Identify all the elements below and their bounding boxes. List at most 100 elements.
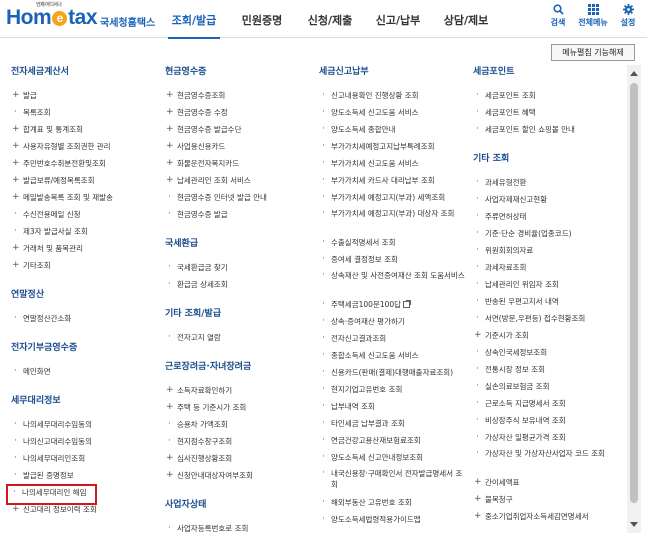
scroll-up-arrow-icon[interactable] bbox=[630, 71, 638, 76]
menu-item[interactable]: 서면(방문,우편등) 접수현황조회 bbox=[473, 312, 625, 329]
menu-item[interactable]: 주민번호수취분전환및조회 bbox=[11, 157, 156, 174]
menu-item[interactable]: 중소기업취업자소득세감면명세서 bbox=[473, 510, 625, 527]
hometax-logo[interactable]: 언제 어디서나 Hom e tax 국세청홈택스 bbox=[6, 2, 155, 30]
menu-item[interactable]: 현지기업고유번호 조회 bbox=[319, 383, 469, 400]
menu-item-highlighted[interactable]: 나의세무대리인 해임 bbox=[6, 484, 97, 505]
menu-item[interactable]: 상속·증여재산 평가하기 bbox=[319, 315, 469, 332]
menu-section-title[interactable]: 근로장려금·자녀장려금 bbox=[165, 360, 315, 374]
menu-item[interactable]: 현금영수증 발급수단 bbox=[165, 123, 315, 140]
menu-item[interactable]: 기준·단순 경비율(업종코드) bbox=[473, 227, 625, 244]
menu-item[interactable]: 나의신고대리수임동의 bbox=[11, 435, 156, 452]
menu-item[interactable]: 사업자등록번호로 조회 bbox=[165, 522, 315, 533]
menu-item[interactable]: 환급금 상세조회 bbox=[165, 278, 315, 295]
menu-item[interactable]: 전자신고결과조회 bbox=[319, 332, 469, 349]
menu-item[interactable]: 제3자 발급사실 조회 bbox=[11, 225, 156, 242]
menu-item[interactable]: 신고대리 정보이력 조회 bbox=[11, 503, 156, 520]
menu-item[interactable]: 간이세액표 bbox=[473, 476, 625, 493]
menu-section-title[interactable]: 현금영수증 bbox=[165, 65, 315, 79]
menu-item[interactable]: 부가가치세예정고지납부특례조회 bbox=[319, 140, 469, 157]
menu-item[interactable]: 주택세금100문100답 bbox=[319, 298, 469, 315]
menu-item[interactable]: 납세관리인 조회 서비스 bbox=[165, 174, 315, 191]
menu-item[interactable]: 메일발송목록 조회 및 재발송 bbox=[11, 191, 156, 208]
menu-item[interactable]: 현금영수증 수정 bbox=[165, 106, 315, 123]
menu-item[interactable]: 현금영수증 인터넷 발급 안내 bbox=[165, 191, 315, 208]
menu-item[interactable]: 과세자료조회 bbox=[473, 261, 625, 278]
gnb-certificates[interactable]: 민원증명 bbox=[228, 0, 296, 38]
menu-item[interactable]: 양도소득세 신고도움 서비스 bbox=[319, 106, 469, 123]
menu-item[interactable]: 주류면허상태 bbox=[473, 210, 625, 227]
menu-item[interactable]: 타인세금 납부결과 조회 bbox=[319, 417, 469, 434]
settings-button[interactable]: 설정 bbox=[613, 4, 643, 28]
menu-item[interactable]: 현금영수증 발급 bbox=[165, 208, 315, 225]
menu-item[interactable]: 현금영수증조회 bbox=[165, 89, 315, 106]
menu-section-title[interactable]: 기타 조회/발급 bbox=[165, 307, 315, 321]
menu-item[interactable]: 부가가치세 예정고지(부과) 세액조회 bbox=[319, 191, 469, 208]
menu-expand-toggle-button[interactable]: 메뉴펼침 기능해제 bbox=[551, 44, 635, 61]
menu-section-title[interactable]: 국세환급 bbox=[165, 237, 315, 251]
menu-item[interactable]: 비상장주식 보유내역 조회 bbox=[473, 414, 625, 431]
menu-item[interactable]: 나의세무대리수임동의 bbox=[11, 418, 156, 435]
menu-item[interactable]: 소득자료확인하기 bbox=[165, 384, 315, 401]
menu-item[interactable]: 반송된 우편고지서 내역 bbox=[473, 295, 625, 312]
gnb-report-pay[interactable]: 신고/납부 bbox=[364, 0, 432, 38]
menu-section-title[interactable]: 세금포인트 bbox=[473, 65, 625, 79]
menu-item[interactable]: 부가가치세 예정고지(부과) 대상자 조회 bbox=[319, 208, 469, 236]
scroll-down-arrow-icon[interactable] bbox=[630, 522, 638, 527]
menu-item[interactable]: 내국신용장·구매확인서 전자발급명세서 조회 bbox=[319, 468, 469, 496]
menu-item[interactable]: 종합소득세 신고도움 서비스 bbox=[319, 349, 469, 366]
menu-section-title[interactable]: 전자세금계산서 bbox=[11, 65, 156, 79]
gnb-consult-report[interactable]: 상담/제보 bbox=[432, 0, 500, 38]
menu-section-title[interactable]: 전자기부금영수증 bbox=[11, 341, 156, 355]
menu-item[interactable]: 연금건강고용산재보험료조회 bbox=[319, 434, 469, 451]
menu-item[interactable]: 현지점수창구조회 bbox=[165, 435, 315, 452]
scroll-thumb[interactable] bbox=[630, 83, 638, 503]
menu-item[interactable]: 연말정산간소화 bbox=[11, 312, 156, 329]
menu-item[interactable]: 해외부동산 고유번호 조회 bbox=[319, 496, 469, 513]
menu-item[interactable]: 국세환급금 찾기 bbox=[165, 261, 315, 278]
menu-item[interactable]: 양도소득세 종합안내 bbox=[319, 123, 469, 140]
search-button[interactable]: 검색 bbox=[543, 4, 573, 28]
menu-item[interactable]: 상속재산 및 사전증여재산 조회 도움서비스 bbox=[319, 270, 469, 298]
menu-item[interactable]: 화물운전자복지카드 bbox=[165, 157, 315, 174]
menu-item[interactable]: 사업용신용카드 bbox=[165, 140, 315, 157]
menu-item[interactable]: 신고내용확인 진행상황 조회 bbox=[319, 89, 469, 106]
gnb-inquiry-issue[interactable]: 조회/발급 bbox=[160, 0, 228, 39]
vertical-scrollbar[interactable] bbox=[627, 65, 641, 533]
menu-item[interactable]: 양도소득세법령적용가이드맵 bbox=[319, 513, 469, 530]
menu-item[interactable]: 과세유형전환 bbox=[473, 176, 625, 193]
menu-item[interactable]: 실손의료보험금 조회 bbox=[473, 380, 625, 397]
menu-item[interactable]: 가상자산 및 가상자산사업자 코드 조회 bbox=[473, 448, 625, 476]
menu-item[interactable]: 납세관리인 위임자 조회 bbox=[473, 278, 625, 295]
menu-section-title[interactable]: 세금신고납부 bbox=[319, 65, 469, 79]
menu-item[interactable]: 심사진행상황조회 bbox=[165, 452, 315, 469]
menu-item[interactable]: 주택 등 기준시가 조회 bbox=[165, 401, 315, 418]
all-menu-button[interactable]: 전체메뉴 bbox=[578, 4, 608, 28]
menu-section-title[interactable]: 세무대리정보 bbox=[11, 394, 156, 408]
menu-item[interactable]: 전자고지 열람 bbox=[165, 331, 315, 348]
menu-item[interactable]: 발급된 증명정보 bbox=[11, 469, 156, 486]
menu-item[interactable]: 증여세 결정정보 조회 bbox=[319, 253, 469, 270]
menu-item[interactable]: 메인화면 bbox=[11, 365, 156, 382]
menu-item[interactable]: 수출실적명세서 조회 bbox=[319, 236, 469, 253]
menu-item[interactable]: 세금포인트 조회 bbox=[473, 89, 625, 106]
menu-item[interactable]: 납부내역 조회 bbox=[319, 400, 469, 417]
menu-item[interactable]: 거래처 및 품목관리 bbox=[11, 242, 156, 259]
menu-item[interactable]: 기타조회 bbox=[11, 259, 156, 276]
menu-item[interactable]: 발급 bbox=[11, 89, 156, 106]
menu-item[interactable]: 기준시가 조회 bbox=[473, 329, 625, 346]
menu-section-title[interactable]: 사업자상태 bbox=[165, 498, 315, 512]
menu-item[interactable]: 불복청구 bbox=[473, 493, 625, 510]
menu-item[interactable]: 나의세무대리인조회 bbox=[11, 452, 156, 469]
menu-item[interactable]: 사용자유형별 조회권한 관리 bbox=[11, 140, 156, 157]
menu-item[interactable]: 발급보류/예정목록조회 bbox=[11, 174, 156, 191]
menu-item[interactable]: 수신전용메일 신청 bbox=[11, 208, 156, 225]
menu-item[interactable]: 신용카드(판매(결제)대행매출자료조회) bbox=[319, 366, 469, 383]
menu-item[interactable]: 세금포인트 할인 쇼핑몰 안내 bbox=[473, 123, 625, 140]
menu-item[interactable]: 신청안내대상자여부조회 bbox=[165, 469, 315, 486]
menu-item[interactable]: 상속인국세정보조회 bbox=[473, 346, 625, 363]
menu-item[interactable]: 부가가치세 신고도움 서비스 bbox=[319, 157, 469, 174]
gnb-apply-submit[interactable]: 신청/제출 bbox=[296, 0, 364, 38]
menu-item[interactable]: 세금포인트 혜택 bbox=[473, 106, 625, 123]
menu-item[interactable]: 목록조회 bbox=[11, 106, 156, 123]
menu-item[interactable]: 부가가치세 카드사 대리납부 조회 bbox=[319, 174, 469, 191]
